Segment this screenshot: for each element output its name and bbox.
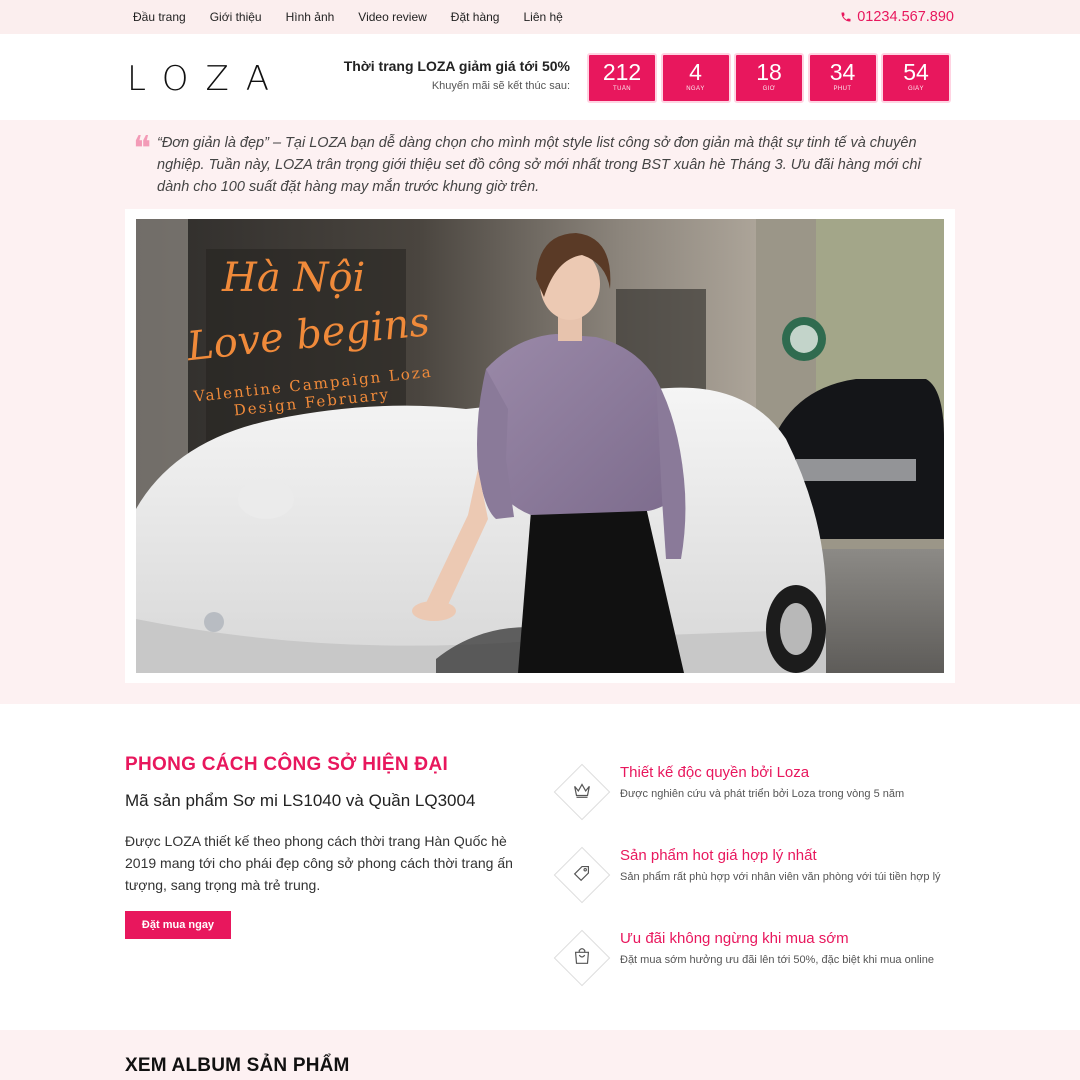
- hero-script-line1: Hà Nội: [221, 255, 365, 301]
- countdown-value: 34: [829, 59, 856, 85]
- nav-link-video-review[interactable]: Video review: [358, 10, 426, 24]
- countdown-days: 4 NGÀY: [660, 53, 731, 103]
- album-section: XEM ALBUM SẢN PHẨM: [0, 1030, 1080, 1080]
- feature-item: Thiết kế độc quyền bởi Loza Được nghiên …: [553, 763, 976, 847]
- countdown-hours: 18 GIỜ: [734, 53, 804, 103]
- nav-link-order[interactable]: Đặt hàng: [451, 10, 500, 24]
- promo-block: Thời trang LOZA giảm giá tới 50% Khuyến …: [344, 58, 570, 92]
- feature-item: Sản phẩm hot giá hợp lý nhất Sản phẩm rấ…: [553, 846, 976, 930]
- album-title: XEM ALBUM SẢN PHẨM: [125, 1055, 350, 1076]
- countdown-label: PHÚT: [833, 86, 852, 92]
- feature-text: Được nghiên cứu và phát triển bởi Loza t…: [620, 788, 905, 800]
- price-tag-icon: [556, 847, 608, 899]
- quote-icon: ❝: [133, 129, 152, 169]
- countdown-label: GIỜ: [762, 86, 776, 92]
- feature-title: Ưu đãi không ngừng khi mua sớm: [620, 930, 849, 947]
- logo[interactable]: LOZA: [127, 61, 286, 97]
- feature-title: Sản phẩm hot giá hợp lý nhất: [620, 847, 817, 864]
- countdown-label: TUẦN: [613, 86, 631, 92]
- feature-title: Thiết kế độc quyền bởi Loza: [620, 764, 810, 781]
- feature-list: Thiết kế độc quyền bởi Loza Được nghiên …: [553, 763, 976, 1013]
- countdown-timer: 212 TUẦN 4 NGÀY 18 GIỜ 34 PHÚT 54 GIÂY: [587, 53, 955, 103]
- countdown-value: 18: [756, 59, 782, 85]
- top-bar: Đầu trang Giới thiệu Hình ảnh Video revi…: [0, 0, 1080, 34]
- countdown-label: NGÀY: [686, 86, 705, 92]
- countdown-weeks: 212 TUẦN: [587, 53, 657, 103]
- hero-frame: Hà Nội Love begins Valentine Campaign Lo…: [125, 209, 955, 683]
- features-title: PHONG CÁCH CÔNG SỞ HIỆN ĐẠI: [125, 754, 449, 775]
- countdown-minutes: 34 PHÚT: [807, 53, 878, 103]
- nav-link-home[interactable]: Đầu trang: [133, 10, 186, 24]
- features-subtitle: Mã sản phẩm Sơ mi LS1040 và Quần LQ3004: [125, 791, 476, 810]
- intro-quote: “Đơn giản là đẹp” – Tại LOZA bạn dễ dàng…: [157, 135, 921, 195]
- nav-link-contact[interactable]: Liên hệ: [523, 10, 562, 24]
- crown-icon: [556, 764, 608, 816]
- phone-link[interactable]: 01234.567.890: [840, 0, 954, 34]
- intro-section: ❝ “Đơn giản là đẹp” – Tại LOZA bạn dễ dà…: [0, 120, 1080, 704]
- countdown-value: 4: [689, 59, 702, 85]
- countdown-value: 54: [903, 59, 929, 85]
- features-description: Được LOZA thiết kế theo phong cách thời …: [125, 833, 513, 893]
- feature-item: Ưu đãi không ngừng khi mua sớm Đặt mua s…: [553, 929, 976, 1013]
- phone-icon: [841, 12, 851, 22]
- phone-number: 01234.567.890: [857, 9, 954, 25]
- countdown-label: GIÂY: [908, 86, 924, 92]
- promo-title: Thời trang LOZA giảm giá tới 50%: [343, 58, 570, 74]
- hero-illustration: Hà Nội Love begins Valentine Campaign Lo…: [136, 219, 944, 673]
- countdown-seconds: 54 GIÂY: [881, 53, 951, 103]
- shopping-bag-icon: [556, 930, 608, 982]
- feature-text: Đặt mua sớm hưởng ưu đãi lên tới 50%, đặ…: [620, 954, 934, 966]
- nav-link-about[interactable]: Giới thiệu: [210, 10, 262, 24]
- features-section: PHONG CÁCH CÔNG SỞ HIỆN ĐẠI Mã sản phẩm …: [0, 704, 1080, 1030]
- header: LOZA Thời trang LOZA giảm giá tới 50% Kh…: [0, 34, 1080, 120]
- countdown-value: 212: [602, 59, 642, 85]
- feature-text: Sản phẩm rất phù hợp với nhân viên văn p…: [620, 871, 941, 883]
- buy-now-button[interactable]: Đặt mua ngay: [125, 911, 231, 939]
- nav-link-images[interactable]: Hình ảnh: [286, 10, 335, 24]
- hero-image: Hà Nội Love begins Valentine Campaign Lo…: [136, 219, 944, 673]
- top-nav: Đầu trang Giới thiệu Hình ảnh Video revi…: [133, 0, 587, 34]
- promo-subtitle: Khuyến mãi sẽ kết thúc sau:: [431, 80, 570, 92]
